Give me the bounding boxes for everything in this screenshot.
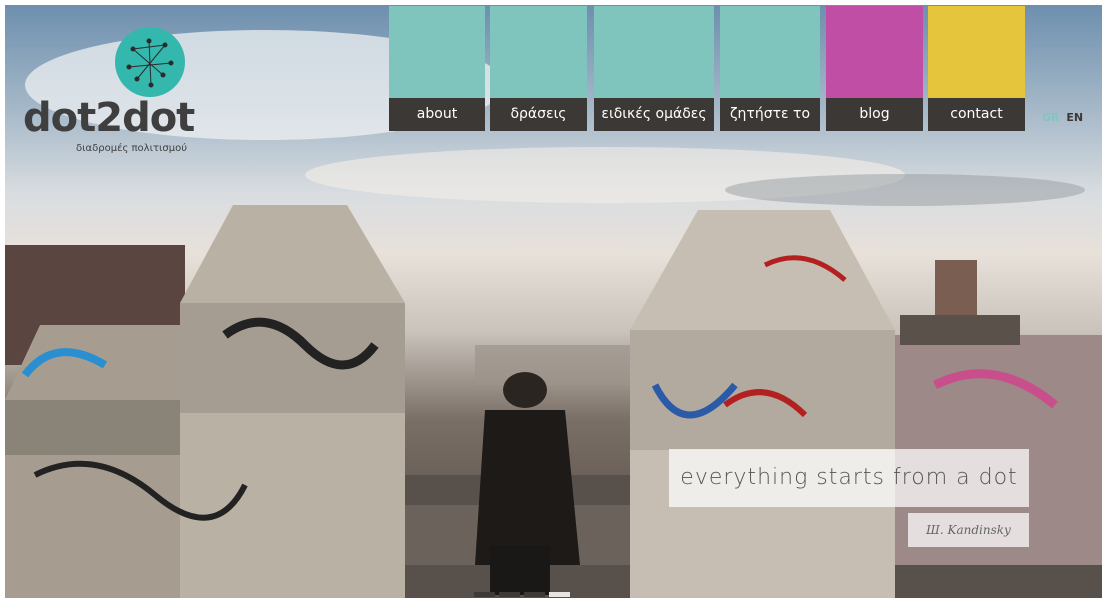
language-switcher: GR EN	[1042, 111, 1083, 124]
nav-item-about[interactable]: about	[389, 6, 485, 131]
hero-quote-author: Ш. Kandinsky	[908, 513, 1029, 547]
logo-dot-icon	[115, 27, 185, 97]
nav-label: ειδικές ομάδες	[594, 98, 714, 131]
hero-quote: everything starts from a dot	[669, 449, 1029, 507]
nav-item-contact[interactable]: contact	[928, 6, 1025, 131]
page: dot2dot διαδρομές πολιτισμού everything …	[0, 0, 1105, 600]
nav-swatch	[720, 6, 820, 98]
nav-swatch	[928, 6, 1025, 98]
nav-swatch	[594, 6, 714, 98]
logo-wordmark: dot2dot	[23, 95, 195, 141]
nav-label: about	[389, 98, 485, 131]
logo-tagline: διαδρομές πολιτισμού	[76, 143, 187, 154]
nav-label: δράσεις	[490, 98, 587, 131]
slider-dot[interactable]	[499, 592, 520, 597]
nav-swatch	[826, 6, 923, 98]
nav-item-blog[interactable]: blog	[826, 6, 923, 131]
nav-label: ζητήστε το	[720, 98, 820, 131]
nav-label: contact	[928, 98, 1025, 131]
language-gr-link[interactable]: GR	[1042, 111, 1060, 124]
slider-dot-active[interactable]	[549, 592, 570, 597]
nav-swatch	[389, 6, 485, 98]
nav-item-eidikes-omades[interactable]: ειδικές ομάδες	[594, 6, 714, 131]
nav-item-zitiste-to[interactable]: ζητήστε το	[720, 6, 820, 131]
slider-dot[interactable]	[524, 592, 545, 597]
nav-swatch	[490, 6, 587, 98]
slider-dot[interactable]	[474, 592, 495, 597]
nav-item-draseis[interactable]: δράσεις	[490, 6, 587, 131]
nav-label: blog	[826, 98, 923, 131]
language-en-link[interactable]: EN	[1066, 111, 1083, 124]
logo[interactable]: dot2dot διαδρομές πολιτισμού	[23, 27, 195, 167]
